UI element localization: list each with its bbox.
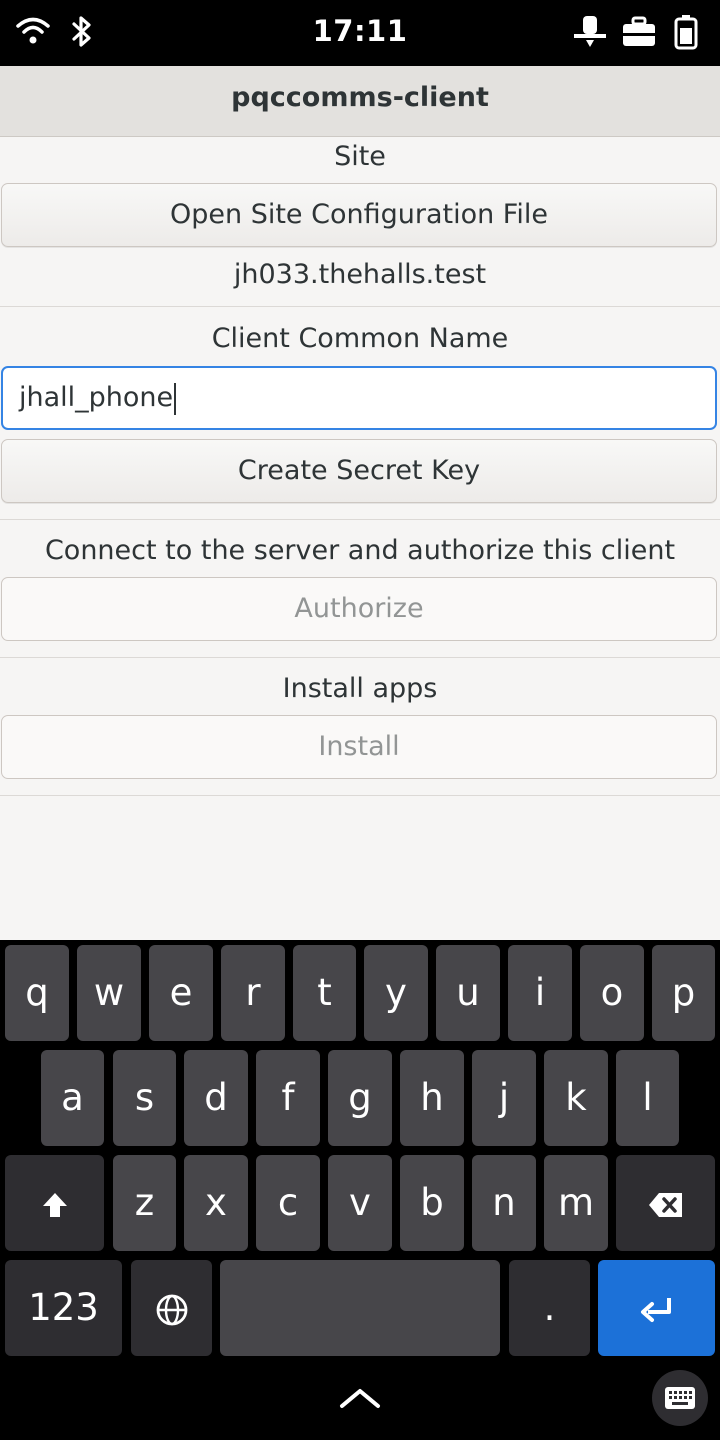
backspace-key[interactable]: [616, 1155, 715, 1251]
site-value: jh033.thehalls.test: [233, 259, 487, 290]
install-apps-label: Install apps: [282, 673, 438, 704]
key-i[interactable]: i: [508, 945, 572, 1041]
key-l[interactable]: l: [616, 1050, 679, 1146]
authorize-button[interactable]: Authorize: [1, 577, 717, 641]
key-f[interactable]: f: [256, 1050, 320, 1146]
key-x[interactable]: x: [184, 1155, 248, 1251]
shift-key[interactable]: [5, 1155, 104, 1251]
divider: [0, 306, 720, 307]
key-b[interactable]: b: [400, 1155, 464, 1251]
space-key[interactable]: [220, 1260, 500, 1356]
location-icon: [573, 14, 607, 54]
key-s[interactable]: s: [113, 1050, 176, 1146]
battery-icon: [674, 14, 698, 54]
site-label: Site: [334, 141, 386, 172]
key-z[interactable]: z: [113, 1155, 176, 1251]
key-w[interactable]: w: [77, 945, 141, 1041]
vpn-icon: [621, 16, 657, 52]
install-button[interactable]: Install: [1, 715, 717, 779]
numbers-key[interactable]: 123: [5, 1260, 122, 1356]
divider: [0, 657, 720, 658]
key-o[interactable]: o: [580, 945, 644, 1041]
enter-icon: [638, 1286, 676, 1329]
key-g[interactable]: g: [328, 1050, 392, 1146]
enter-key[interactable]: [598, 1260, 715, 1356]
clock: 17:11: [312, 14, 408, 48]
key-c[interactable]: c: [256, 1155, 320, 1251]
create-secret-key-button[interactable]: Create Secret Key: [1, 439, 717, 503]
divider: [0, 519, 720, 520]
backspace-icon: [647, 1181, 685, 1224]
keyboard-toggle-button[interactable]: [652, 1370, 708, 1426]
authorize-label: Connect to the server and authorize this…: [44, 535, 676, 566]
key-u[interactable]: u: [436, 945, 500, 1041]
language-key[interactable]: [131, 1260, 212, 1356]
key-v[interactable]: v: [328, 1155, 392, 1251]
key-h[interactable]: h: [400, 1050, 464, 1146]
on-screen-keyboard: q w e r t y u i o p a s d f g h j k l z …: [0, 940, 720, 1440]
key-a[interactable]: a: [41, 1050, 104, 1146]
open-site-config-button[interactable]: Open Site Configuration File: [1, 183, 717, 247]
key-q[interactable]: q: [5, 945, 69, 1041]
client-common-name-label: Client Common Name: [211, 323, 509, 354]
shift-icon: [40, 1181, 70, 1224]
key-m[interactable]: m: [544, 1155, 608, 1251]
key-t[interactable]: t: [293, 945, 356, 1041]
period-key[interactable]: .: [509, 1260, 590, 1356]
chevron-up-icon[interactable]: [338, 1386, 382, 1414]
status-bar: 17:11: [0, 0, 720, 66]
divider: [0, 795, 720, 796]
key-y[interactable]: y: [364, 945, 428, 1041]
key-j[interactable]: j: [472, 1050, 536, 1146]
text-caret: [174, 382, 177, 415]
globe-icon: [155, 1286, 189, 1329]
keyboard-icon: [664, 1386, 696, 1414]
key-n[interactable]: n: [472, 1155, 536, 1251]
key-k[interactable]: k: [544, 1050, 608, 1146]
key-r[interactable]: r: [221, 945, 285, 1041]
key-p[interactable]: p: [652, 945, 715, 1041]
header-bar: pqccomms-client: [0, 66, 720, 137]
key-d[interactable]: d: [184, 1050, 248, 1146]
key-e[interactable]: e: [149, 945, 213, 1041]
client-common-name-value: jhall_phone: [19, 382, 174, 413]
main-content: Site Open Site Configuration File jh033.…: [0, 137, 720, 940]
client-common-name-input[interactable]: jhall_phone: [1, 366, 717, 430]
app-title: pqccomms-client: [231, 82, 489, 113]
